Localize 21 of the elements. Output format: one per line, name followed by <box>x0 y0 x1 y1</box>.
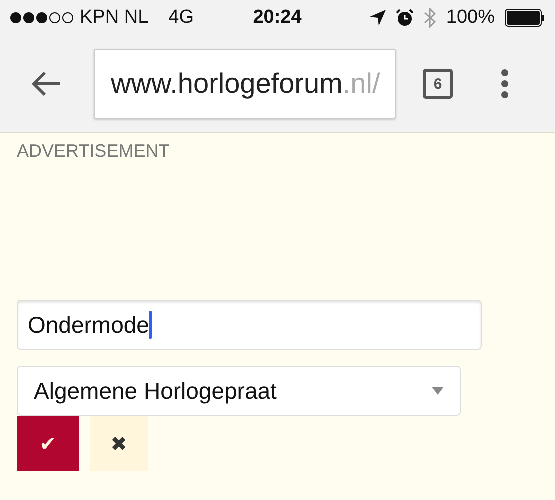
battery-icon <box>505 9 545 27</box>
cancel-button[interactable]: ✖ <box>90 416 148 471</box>
input-text: Ondermode <box>28 312 150 338</box>
clock-time: 20:24 <box>253 7 302 29</box>
text-cursor <box>149 311 152 339</box>
dropdown-value: Algemene Horlogepraat <box>34 378 277 404</box>
advertisement-label: ADVERTISEMENT <box>17 141 170 162</box>
category-dropdown[interactable]: Algemene Horlogepraat <box>17 366 461 416</box>
alarm-clock-icon <box>396 9 414 27</box>
battery-percentage: 100% <box>446 7 495 29</box>
bluetooth-icon <box>424 8 436 28</box>
tab-count-button[interactable]: 6 <box>423 69 453 99</box>
title-input-field[interactable]: Ondermode <box>17 300 482 350</box>
carrier-name: KPN NL <box>80 7 149 29</box>
confirm-button[interactable]: ✔ <box>17 416 79 471</box>
menu-icon[interactable] <box>501 69 509 99</box>
signal-icon <box>10 12 74 24</box>
network-type: 4G <box>168 7 194 29</box>
dropdown-arrow-icon <box>432 387 444 395</box>
location-arrow-icon <box>370 10 386 26</box>
address-bar[interactable]: www.horlogeforum.nl/ <box>94 49 396 119</box>
